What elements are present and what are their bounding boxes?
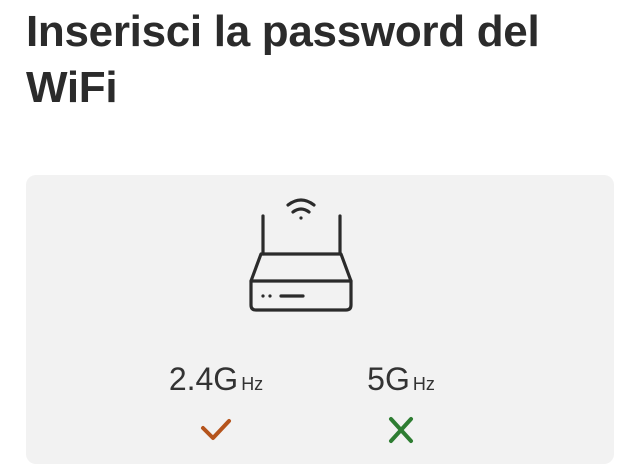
page-title: Inserisci la password del WiFi: [26, 7, 540, 112]
cross-icon: [389, 417, 413, 443]
band-info-card: 2.4G Hz 5G Hz: [26, 175, 614, 464]
band-label: 2.4G Hz: [169, 361, 263, 403]
band-unit: Hz: [412, 374, 435, 394]
band-unit: Hz: [241, 374, 264, 394]
checkmark-icon: [201, 419, 231, 440]
band-value: 2.4G: [168, 361, 239, 397]
band-5ghz: 5G Hz: [351, 361, 451, 445]
band-label: 5G Hz: [367, 361, 435, 403]
wifi-router-icon: [249, 198, 353, 312]
band-2-4ghz: 2.4G Hz: [156, 361, 276, 445]
band-value: 5G: [367, 361, 410, 397]
